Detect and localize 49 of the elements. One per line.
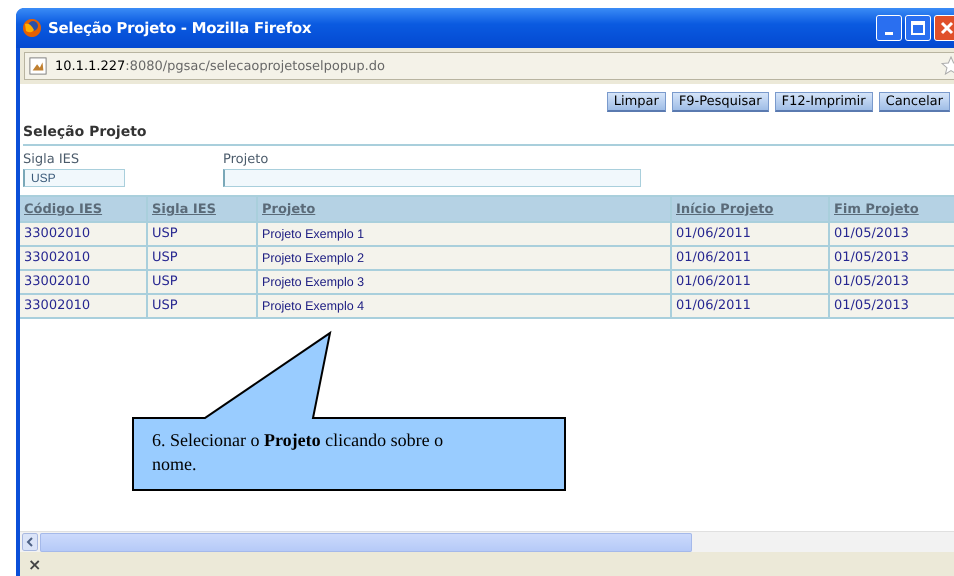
field-label: Sigla IES — [22, 152, 80, 167]
project-link[interactable]: Projeto Exemplo 4 — [258, 295, 672, 317]
callout-text: 6. Selecionar o Projeto clicando sobre o nome. — [152, 429, 444, 476]
page-icon — [29, 57, 47, 75]
table-cell: USP — [148, 223, 258, 245]
column-header[interactable]: Projeto — [258, 197, 672, 221]
address-bar[interactable]: 10.1.1.227:8080/pgsac/selecaoprojetoselpopup.do — [24, 52, 954, 80]
horizontal-scrollbar[interactable] — [20, 531, 954, 552]
column-header[interactable]: Sigla IES — [148, 197, 258, 221]
project-link[interactable]: Projeto Exemplo 3 — [258, 271, 672, 293]
scrollbar-thumb[interactable] — [40, 532, 692, 552]
column-header[interactable]: Código IES — [20, 197, 148, 221]
maximize-icon — [908, 18, 928, 38]
table-cell: USP — [148, 247, 258, 269]
table-cell: 01/05/2013 — [830, 223, 954, 245]
table-cell: USP — [148, 295, 258, 317]
url-host: 10.1.1.227 — [55, 58, 126, 74]
table-cell: 33002010 — [20, 223, 148, 245]
action-button[interactable]: Cancelar — [878, 92, 950, 112]
table-cell: 01/05/2013 — [830, 271, 954, 293]
url-path: :8080/pgsac/selecaoprojetoselpopup.do — [125, 58, 385, 74]
table-cell: 01/06/2011 — [672, 247, 830, 269]
table-cell: 01/05/2013 — [830, 247, 954, 269]
minimize-icon — [885, 32, 893, 34]
table-cell: 33002010 — [20, 295, 148, 317]
input-field[interactable] — [223, 169, 641, 187]
maximize-button[interactable] — [905, 15, 931, 41]
table-cell: 01/06/2011 — [672, 223, 830, 245]
globe-icon — [22, 18, 42, 38]
column-header[interactable]: Início Projeto — [672, 197, 830, 221]
action-button[interactable]: Limpar — [606, 92, 666, 112]
column-header[interactable]: Fim Projeto — [830, 197, 954, 221]
project-link[interactable]: Projeto Exemplo 1 — [258, 223, 672, 245]
field-label: Projeto — [222, 152, 270, 167]
project-link[interactable]: Projeto Exemplo 2 — [258, 247, 672, 269]
input-field[interactable]: USP — [23, 169, 125, 187]
close-button[interactable] — [934, 15, 954, 41]
window-title: Seleção Projeto - Mozilla Firefox — [48, 19, 312, 37]
table-cell: 33002010 — [20, 271, 148, 293]
table-cell: 01/05/2013 — [830, 295, 954, 317]
table-cell: 33002010 — [20, 247, 148, 269]
table-cell: 01/06/2011 — [672, 295, 830, 317]
action-button[interactable]: F12-Imprimir — [774, 92, 873, 112]
minimize-button[interactable] — [876, 15, 902, 41]
table-cell: USP — [148, 271, 258, 293]
action-button[interactable]: F9-Pesquisar — [672, 92, 769, 112]
table-cell: 01/06/2011 — [672, 271, 830, 293]
close-glyph[interactable]: × — [28, 554, 42, 574]
section-title: Seleção Projeto — [23, 124, 954, 146]
